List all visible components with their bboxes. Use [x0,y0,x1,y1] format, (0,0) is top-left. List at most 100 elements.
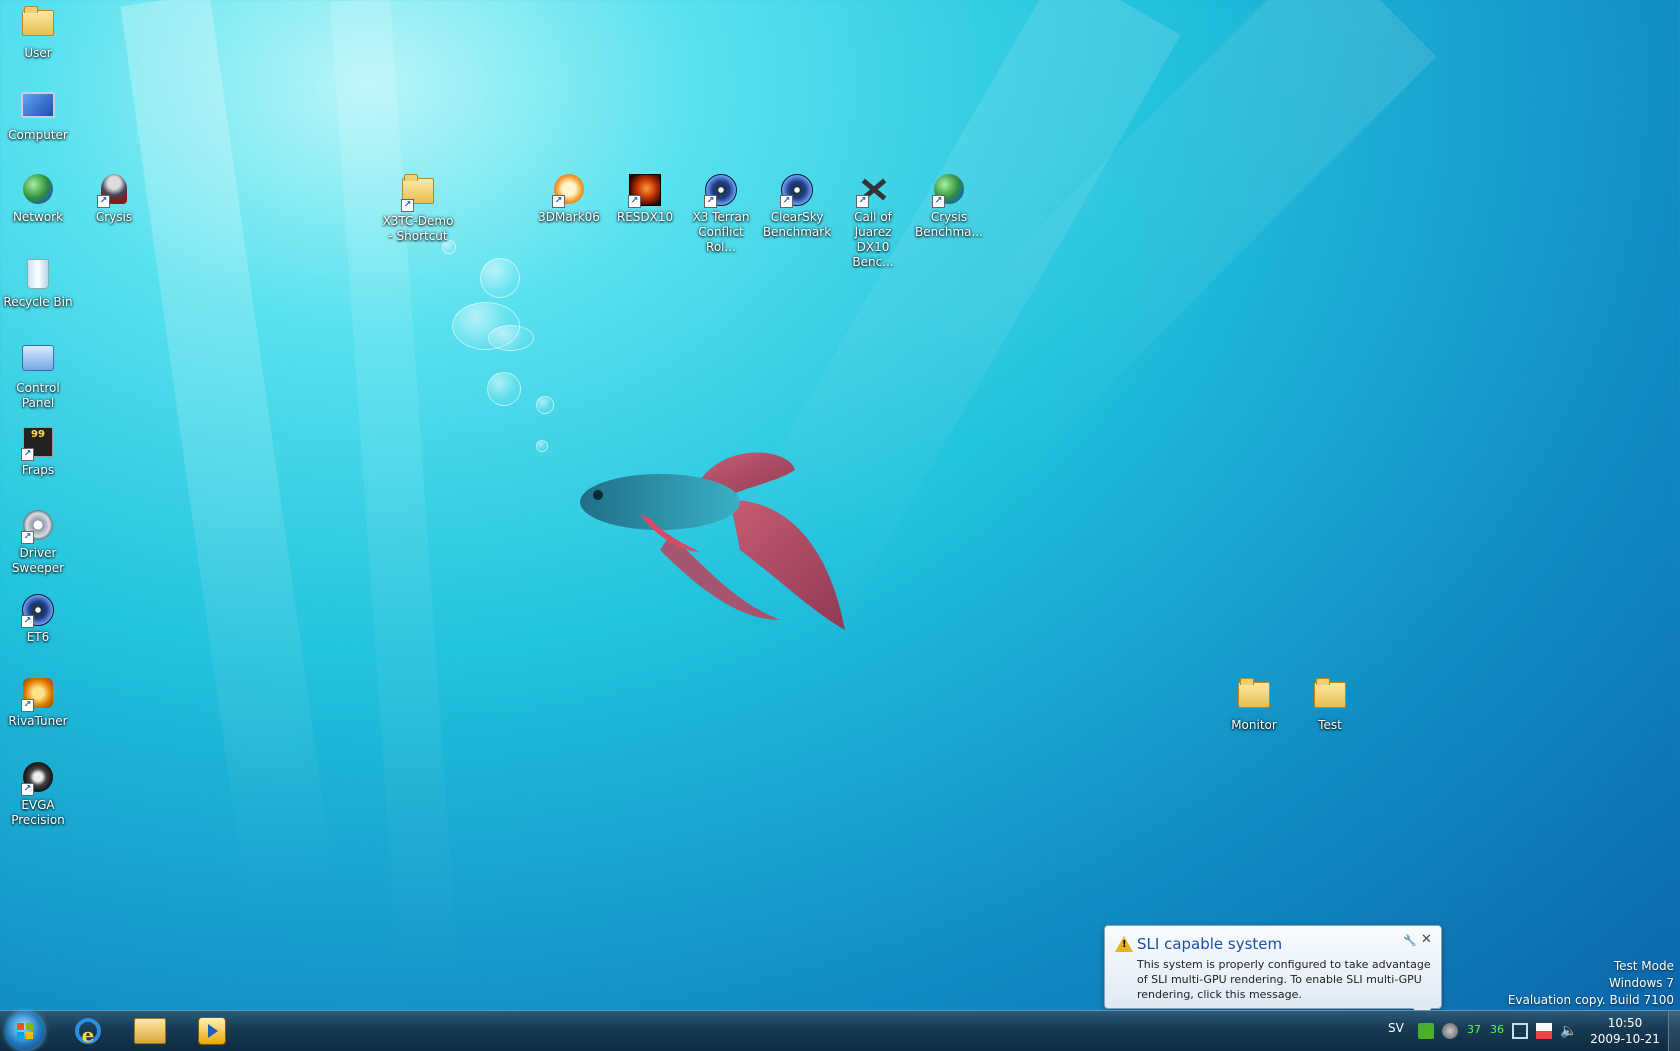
bubble [536,396,554,414]
betta-fish-wallpaper [580,452,845,630]
shortcut-arrow-icon: ↗ [704,195,717,208]
bubble [487,372,521,406]
clock-time: 10:50 [1607,1016,1643,1030]
desktop-icon-test[interactable]: Test [1292,676,1368,733]
shortcut-arrow-icon: ↗ [97,195,110,208]
icon-label: Driver Sweeper [11,546,65,575]
network-icon [23,174,53,204]
icon-label: Computer [8,128,68,142]
light-ray [120,0,335,898]
options-icon[interactable]: 🔧 [1403,934,1417,947]
language-indicator[interactable]: SV [1388,1021,1404,1035]
taskbar: e SV 37 36 🔈 10:50 2009-10-21 [0,1010,1680,1051]
control-panel-icon [22,345,54,371]
shortcut-arrow-icon: ↗ [21,699,34,712]
desktop-icon-control-panel[interactable]: Control Panel [0,340,76,411]
shortcut-arrow-icon: ↗ [932,195,945,208]
desktop-icon-x3-terran[interactable]: ↗ X3 Terran Conflict Rol... [683,172,759,255]
taskbar-internet-explorer[interactable]: e [62,1013,114,1049]
desktop[interactable]: User Computer Network ↗ Crysis Recycle B… [0,0,1680,1010]
system-clock[interactable]: 10:50 2009-10-21 [1588,1015,1662,1047]
volume-icon[interactable]: 🔈 [1560,1023,1577,1039]
icon-label: RivaTuner [8,714,68,728]
folder-icon [1238,678,1270,708]
icon-label: Crysis Benchma... [915,210,983,239]
notification-title: SLI capable system [1137,935,1283,953]
windows-logo-icon [17,1023,33,1039]
shortcut-arrow-icon: ↗ [552,195,565,208]
shortcut-arrow-icon: ↗ [21,531,34,544]
desktop-icon-crysis-benchmark[interactable]: ↗ Crysis Benchma... [911,172,987,240]
taskbar-windows-explorer[interactable] [124,1013,176,1049]
shortcut-arrow-icon: ↗ [401,199,414,212]
desktop-icon-3dmark06[interactable]: ↗ 3DMark06 [531,172,607,225]
network-activity-tray-icon[interactable] [1442,1023,1458,1039]
desktop-icon-resdx10[interactable]: ↗ RESDX10 [607,172,683,225]
icon-label: 3DMark06 [538,210,600,224]
desktop-icon-user[interactable]: User [0,4,76,61]
icon-label: X3TC-Demo - Shortcut [382,214,454,243]
display-tray-icon[interactable] [1512,1023,1528,1039]
recycle-bin-icon [27,259,49,289]
nvidia-tray-icon[interactable] [1418,1023,1434,1039]
gpu-temperature-2[interactable]: 36 [1490,1023,1504,1036]
icon-label: ClearSky Benchmark [762,210,832,239]
shortcut-arrow-icon: ↗ [21,615,34,628]
action-center-flag-icon[interactable] [1536,1023,1552,1039]
warning-icon: ! [1115,936,1133,952]
taskbar-media-player[interactable] [186,1013,238,1049]
media-player-icon [198,1017,226,1045]
shortcut-arrow-icon: ↗ [21,448,34,461]
icon-label: ET6 [26,630,50,644]
sli-notification-balloon[interactable]: ! SLI capable system 🔧 ✕ This system is … [1104,925,1442,1010]
desktop-icon-clearsky[interactable]: ↗ ClearSky Benchmark [759,172,835,240]
show-desktop-button[interactable] [1668,1011,1680,1051]
desktop-icon-fraps[interactable]: 99 ↗ Fraps [0,424,76,478]
desktop-icon-rivatuner[interactable]: ↗ RivaTuner [0,676,76,729]
shortcut-arrow-icon: ↗ [856,195,869,208]
gpu-temperature-1[interactable]: 37 [1467,1023,1481,1036]
icon-label: EVGA Precision [11,798,65,827]
start-button[interactable] [6,1012,44,1050]
desktop-icon-computer[interactable]: Computer [0,88,76,143]
notification-message[interactable]: This system is properly configured to ta… [1137,957,1433,1002]
bubble [536,440,548,452]
light-ray [330,0,460,1000]
icon-label: Recycle Bin [3,295,73,309]
test-mode-watermark: Test Mode Windows 7 Evaluation copy. Bui… [1508,958,1674,1009]
icon-label: Network [12,210,64,224]
desktop-icon-driver-sweeper[interactable]: ↗ Driver Sweeper [0,508,76,576]
desktop-icon-recycle-bin[interactable]: Recycle Bin [0,256,76,310]
desktop-icon-monitor[interactable]: Monitor [1216,676,1292,733]
icon-label: X3 Terran Conflict Rol... [692,210,750,254]
icon-label: Control Panel [16,381,60,410]
desktop-icon-crysis[interactable]: ↗ Crysis [76,172,152,225]
shortcut-arrow-icon: ↗ [780,195,793,208]
shortcut-arrow-icon: ↗ [21,783,34,796]
desktop-icon-network[interactable]: Network [0,172,76,225]
folder-icon [1314,678,1346,708]
watermark-line: Windows 7 [1608,976,1674,990]
close-button[interactable]: ✕ [1421,932,1432,947]
desktop-icon-et6[interactable]: ↗ ET6 [0,592,76,645]
icon-label: Call of Juarez DX10 Benc... [852,210,894,269]
icon-label: Test [1318,718,1342,732]
computer-icon [21,92,55,118]
icon-label: Monitor [1231,718,1277,732]
shortcut-arrow-icon: ↗ [628,195,641,208]
icon-label: RESDX10 [616,210,674,224]
desktop-icon-call-of-juarez[interactable]: ↗ Call of Juarez DX10 Benc... [835,172,911,270]
icon-label: Crysis [95,210,133,224]
bubble [480,258,520,298]
icon-label: User [24,46,52,60]
user-folder-icon [22,6,54,36]
desktop-icon-evga-precision[interactable]: ↗ EVGA Precision [0,760,76,828]
icon-label: Fraps [21,463,55,477]
windows-explorer-icon [134,1018,166,1044]
watermark-line: Evaluation copy. Build 7100 [1507,993,1674,1007]
watermark-line: Test Mode [1613,959,1674,973]
clock-date: 2009-10-21 [1590,1032,1660,1046]
desktop-icon-x3tc-demo[interactable]: ↗ X3TC-Demo - Shortcut [380,172,456,244]
internet-explorer-icon: e [75,1018,101,1047]
bubble [488,325,534,351]
